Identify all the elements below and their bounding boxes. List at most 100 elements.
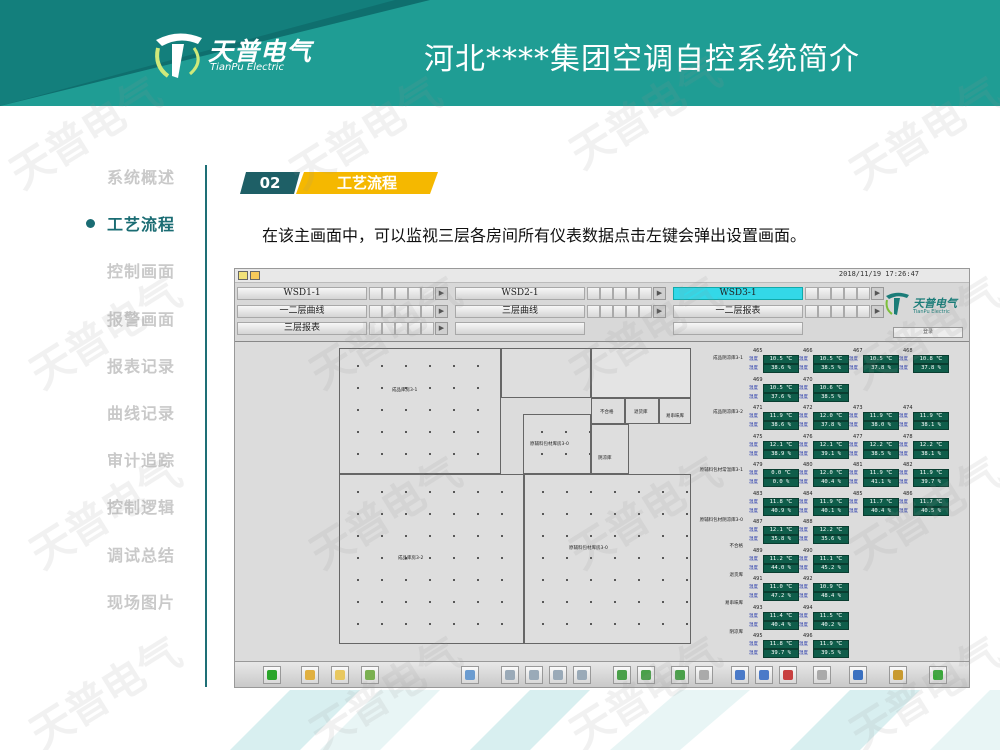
temperature-value[interactable]: 12.1 ℃ xyxy=(763,526,799,535)
delete-icon[interactable] xyxy=(779,666,797,684)
humidity-value[interactable]: 37.8 % xyxy=(863,364,899,373)
temperature-value[interactable]: 11.9 ℃ xyxy=(813,640,849,649)
temperature-value[interactable]: 11.8 ℃ xyxy=(763,497,799,507)
temperature-value[interactable]: 11.9 ℃ xyxy=(913,469,949,478)
room-r4[interactable]: 退货库 xyxy=(625,398,659,424)
temperature-value[interactable]: 10.8 ℃ xyxy=(913,355,949,364)
temperature-value[interactable]: 10.9 ℃ xyxy=(813,583,849,592)
tools-icon[interactable] xyxy=(301,666,319,684)
sensor-unit[interactable]: 474 温度 11.9 ℃ 湿度 38.1 % xyxy=(899,405,951,431)
humidity-value[interactable]: 39.5 % xyxy=(813,649,849,658)
sidebar-item[interactable]: 审计追踪 xyxy=(60,446,175,476)
sidebar-item[interactable]: 报警画面 xyxy=(60,305,175,335)
scada-nav-button[interactable]: 一二层报表 xyxy=(673,305,803,318)
forward-icon[interactable] xyxy=(695,666,713,684)
sensor-unit[interactable]: 492 温度 10.9 ℃ 湿度 48.4 % xyxy=(799,576,851,602)
sensor-unit[interactable]: 468 温度 10.8 ℃ 湿度 37.8 % xyxy=(899,348,951,374)
sensor-unit[interactable]: 472 温度 12.0 ℃ 湿度 37.8 % xyxy=(799,405,851,431)
temperature-value[interactable]: 11.7 ℃ xyxy=(863,497,899,507)
sensor-unit[interactable]: 495 温度 11.8 ℃ 湿度 39.7 % xyxy=(749,633,801,659)
scada-nav-button[interactable]: WSD2-1 xyxy=(455,287,585,300)
humidity-value[interactable]: 37.8 % xyxy=(813,421,849,430)
sidebar-item[interactable]: 工艺流程 xyxy=(60,210,175,240)
humidity-value[interactable]: 44.0 % xyxy=(763,563,799,573)
print-icon[interactable] xyxy=(813,666,831,684)
scada-nav-arrow-icon[interactable]: ▶ xyxy=(435,287,448,300)
copy-icon[interactable] xyxy=(731,666,749,684)
temperature-value[interactable]: 10.6 ℃ xyxy=(813,383,849,393)
room-r8[interactable]: 原辅料包材库房3-0 xyxy=(524,474,691,644)
humidity-value[interactable]: 37.8 % xyxy=(913,364,949,373)
scada-nav-button[interactable]: 一二层曲线 xyxy=(237,305,367,318)
temperature-value[interactable]: 12.0 ℃ xyxy=(813,412,849,421)
scada-nav-arrow-icon[interactable]: ▶ xyxy=(653,305,666,318)
report-icon[interactable] xyxy=(361,666,379,684)
humidity-value[interactable]: 38.1 % xyxy=(913,449,949,459)
humidity-value[interactable]: 45.2 % xyxy=(813,563,849,573)
network-icon[interactable] xyxy=(461,666,479,684)
sensor-unit[interactable]: 494 温度 11.5 ℃ 湿度 40.2 % xyxy=(799,605,851,631)
humidity-value[interactable]: 41.1 % xyxy=(863,478,899,487)
scada-nav-button-empty[interactable] xyxy=(673,322,803,335)
room-r1[interactable]: 成品库房3-1 xyxy=(339,348,501,474)
export-icon[interactable] xyxy=(671,666,689,684)
sidebar-item[interactable]: 现场图片 xyxy=(60,588,175,618)
sensor-unit[interactable]: 476 温度 12.1 ℃ 湿度 39.1 % xyxy=(799,434,851,460)
sensor-unit[interactable]: 467 温度 10.5 ℃ 湿度 37.8 % xyxy=(849,348,901,374)
temperature-value[interactable]: 12.2 ℃ xyxy=(913,440,949,450)
humidity-value[interactable]: 40.9 % xyxy=(763,506,799,516)
scada-nav-button[interactable]: 三层曲线 xyxy=(455,305,585,318)
settings-icon[interactable] xyxy=(889,666,907,684)
arrow-down-icon[interactable] xyxy=(549,666,567,684)
sensor-unit[interactable]: 487 温度 12.1 ℃ 湿度 35.8 % xyxy=(749,519,801,545)
scada-nav-button[interactable]: WSD1-1 xyxy=(237,287,367,300)
sensor-unit[interactable]: 470 温度 10.6 ℃ 湿度 38.5 % xyxy=(799,377,851,403)
temperature-value[interactable]: 0.0 ℃ xyxy=(763,469,799,478)
humidity-value[interactable]: 40.4 % xyxy=(813,478,849,487)
play-icon[interactable] xyxy=(263,666,281,684)
sensor-unit[interactable]: 490 温度 11.1 ℃ 湿度 45.2 % xyxy=(799,548,851,574)
temperature-value[interactable]: 11.4 ℃ xyxy=(763,611,799,621)
temperature-value[interactable]: 10.5 ℃ xyxy=(763,383,799,393)
temperature-value[interactable]: 11.8 ℃ xyxy=(763,640,799,649)
sensor-unit[interactable]: 466 温度 10.5 ℃ 湿度 38.5 % xyxy=(799,348,851,374)
sensor-unit[interactable]: 491 温度 11.0 ℃ 湿度 47.2 % xyxy=(749,576,801,602)
sensor-unit[interactable]: 481 温度 11.9 ℃ 湿度 41.1 % xyxy=(849,462,901,488)
sensor-unit[interactable]: 485 温度 11.7 ℃ 湿度 40.4 % xyxy=(849,491,901,517)
arrow-right-icon[interactable] xyxy=(573,666,591,684)
scada-nav-button[interactable]: 三层报表 xyxy=(237,322,367,335)
sensor-unit[interactable]: 488 温度 12.2 ℃ 湿度 35.6 % xyxy=(799,519,851,545)
temperature-value[interactable]: 11.9 ℃ xyxy=(763,412,799,421)
scada-nav-button-empty[interactable] xyxy=(455,322,585,335)
humidity-value[interactable]: 38.6 % xyxy=(763,364,799,373)
sidebar-item[interactable]: 调试总结 xyxy=(60,541,175,571)
temperature-value[interactable]: 11.0 ℃ xyxy=(763,583,799,592)
temperature-value[interactable]: 10.5 ℃ xyxy=(813,355,849,364)
humidity-value[interactable]: 40.5 % xyxy=(913,506,949,516)
humidity-value[interactable]: 40.2 % xyxy=(813,620,849,630)
sensor-unit[interactable]: 473 温度 11.9 ℃ 湿度 38.0 % xyxy=(849,405,901,431)
sensor-unit[interactable]: 469 温度 10.5 ℃ 湿度 37.6 % xyxy=(749,377,801,403)
humidity-value[interactable]: 39.1 % xyxy=(813,449,849,459)
sensor-unit[interactable]: 489 温度 11.2 ℃ 湿度 44.0 % xyxy=(749,548,801,574)
humidity-value[interactable]: 39.7 % xyxy=(913,478,949,487)
humidity-value[interactable]: 38.5 % xyxy=(813,392,849,402)
room-r2[interactable]: 原辅料包材库房3-0 xyxy=(523,414,591,474)
sensor-unit[interactable]: 475 温度 12.1 ℃ 湿度 38.9 % xyxy=(749,434,801,460)
humidity-value[interactable]: 38.0 % xyxy=(863,421,899,430)
sensor-unit[interactable]: 465 温度 10.5 ℃ 湿度 38.6 % xyxy=(749,348,801,374)
humidity-value[interactable]: 37.6 % xyxy=(763,392,799,402)
humidity-value[interactable]: 38.6 % xyxy=(763,421,799,430)
help-icon[interactable] xyxy=(849,666,867,684)
sensor-unit[interactable]: 480 温度 12.0 ℃ 湿度 40.4 % xyxy=(799,462,851,488)
sensor-unit[interactable]: 478 温度 12.2 ℃ 湿度 38.1 % xyxy=(899,434,951,460)
sensor-unit[interactable]: 486 温度 11.7 ℃ 湿度 40.5 % xyxy=(899,491,951,517)
sidebar-item[interactable]: 控制画面 xyxy=(60,257,175,287)
arrow-up-icon[interactable] xyxy=(525,666,543,684)
sensor-unit[interactable]: 477 温度 12.2 ℃ 湿度 38.5 % xyxy=(849,434,901,460)
check-icon[interactable] xyxy=(929,666,947,684)
save-icon[interactable] xyxy=(755,666,773,684)
humidity-value[interactable]: 38.5 % xyxy=(813,364,849,373)
scada-nav-button[interactable]: WSD3-1 xyxy=(673,287,803,300)
temperature-value[interactable]: 12.0 ℃ xyxy=(813,469,849,478)
